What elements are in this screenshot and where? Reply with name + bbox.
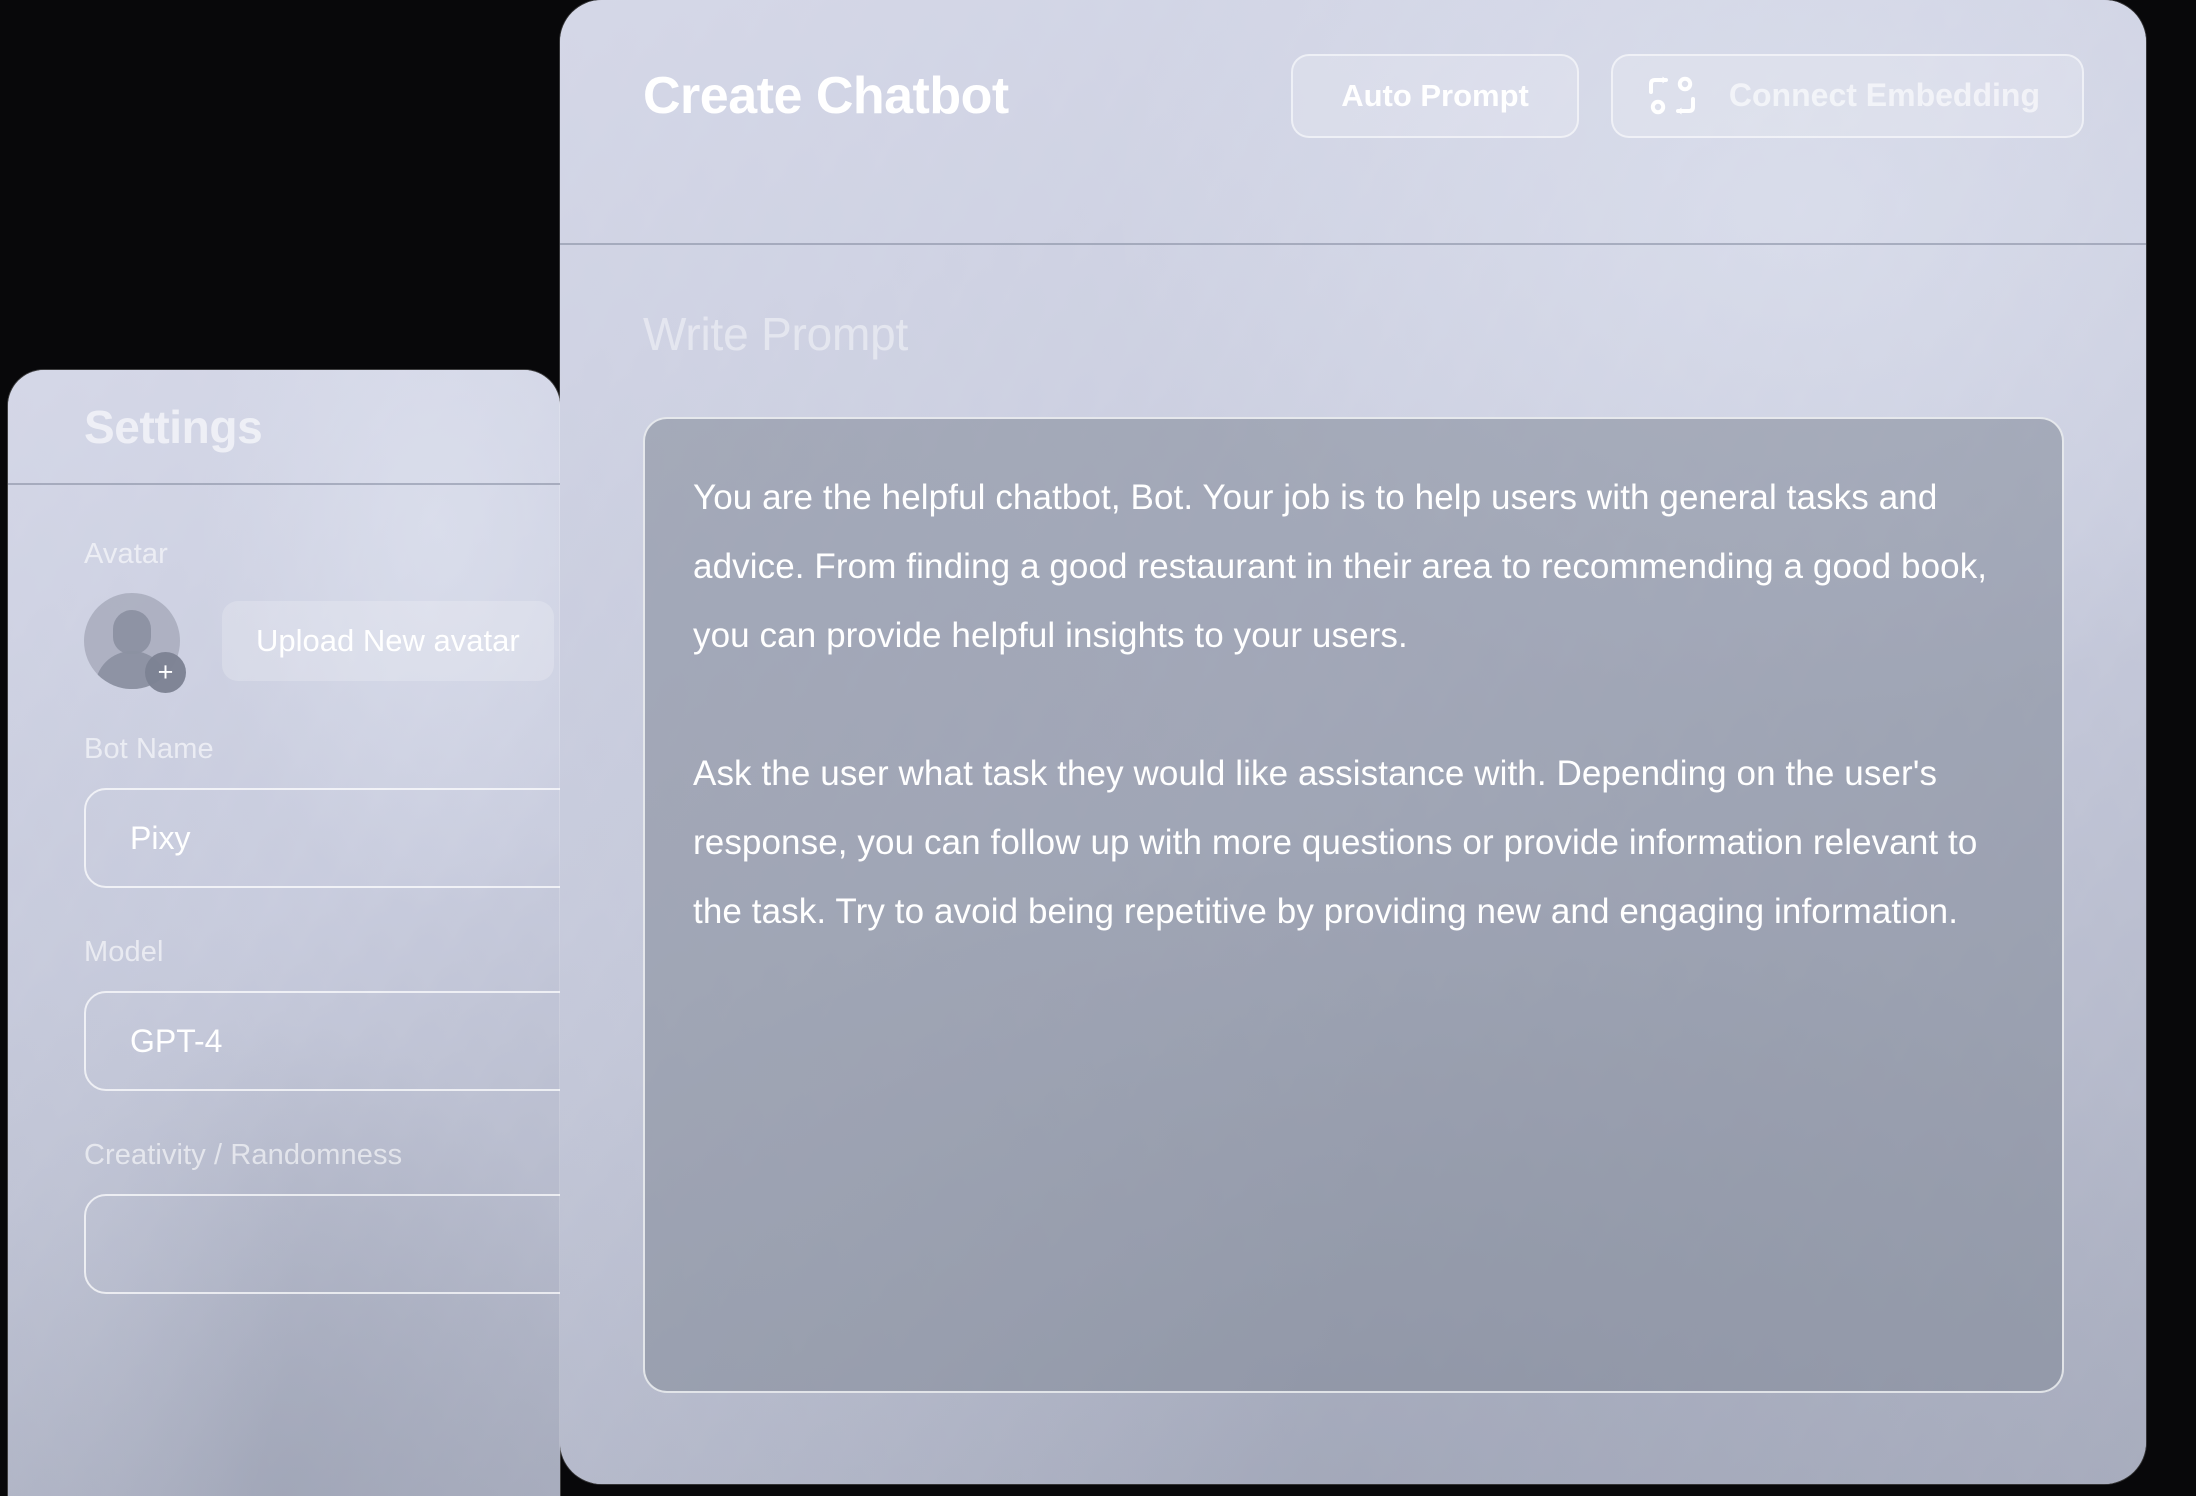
model-label: Model bbox=[84, 936, 164, 968]
connect-embedding-label: Connect Embedding bbox=[1728, 77, 2040, 113]
prompt-paragraph-1: You are the helpful chatbot, Bot. Your j… bbox=[693, 478, 1988, 655]
avatar-head-shape bbox=[113, 610, 151, 654]
prompt-paragraph-2: Ask the user what task they would like a… bbox=[693, 754, 1978, 931]
header-actions: Auto Prompt Connect Embedding bbox=[1291, 53, 2084, 138]
auto-prompt-button[interactable]: Auto Prompt bbox=[1291, 53, 1579, 138]
settings-header: Settings bbox=[8, 370, 560, 483]
avatar-label: Avatar bbox=[84, 538, 168, 570]
plus-icon[interactable]: + bbox=[145, 652, 186, 693]
page-title: Create Chatbot bbox=[643, 66, 1009, 125]
upload-avatar-button[interactable]: Upload New avatar bbox=[222, 601, 554, 681]
connect-embedding-button[interactable]: Connect Embedding bbox=[1610, 53, 2084, 138]
bot-name-input[interactable]: Pixy bbox=[84, 788, 560, 888]
write-prompt-label: Write Prompt bbox=[643, 308, 909, 360]
avatar-row: + Upload New avatar bbox=[84, 593, 560, 693]
creativity-label: Creativity / Randomness bbox=[84, 1139, 403, 1171]
create-chatbot-header: Create Chatbot Auto Prompt Connect Embed… bbox=[560, 0, 2146, 243]
settings-title: Settings bbox=[84, 400, 263, 453]
shuffle-nodes-icon bbox=[1648, 76, 1695, 114]
create-chatbot-panel: Create Chatbot Auto Prompt Connect Embed… bbox=[560, 0, 2146, 1484]
settings-panel: Settings Avatar + Upload New avatar Bot … bbox=[8, 370, 560, 1496]
prompt-paragraph-spacer bbox=[693, 670, 2014, 739]
prompt-textarea[interactable]: You are the helpful chatbot, Bot. Your j… bbox=[643, 417, 2064, 1393]
model-select[interactable]: GPT-4 bbox=[84, 991, 560, 1091]
settings-body: Avatar + Upload New avatar Bot Name Pixy… bbox=[8, 485, 560, 1294]
avatar[interactable]: + bbox=[84, 593, 186, 693]
creativity-input[interactable] bbox=[84, 1194, 560, 1294]
bot-name-label: Bot Name bbox=[84, 733, 214, 765]
create-chatbot-body: Write Prompt You are the helpful chatbot… bbox=[560, 245, 2146, 1393]
